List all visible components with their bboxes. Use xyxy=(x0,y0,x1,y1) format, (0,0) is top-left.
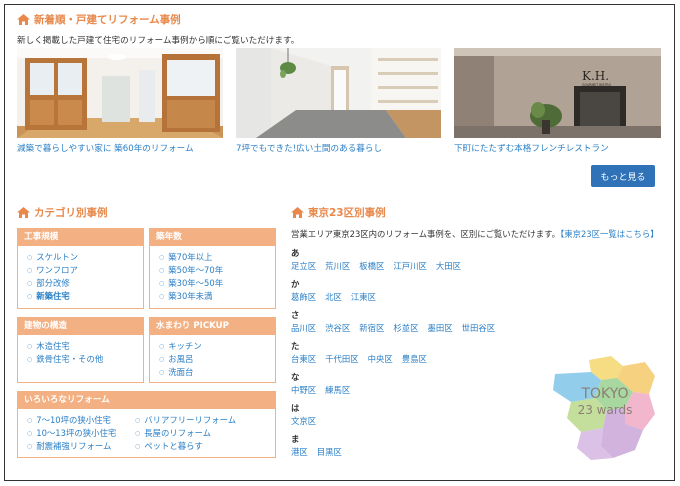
ward-link[interactable]: 杉並区 xyxy=(393,323,418,333)
list-item[interactable]: 7〜10坪の狭小住宅 xyxy=(27,414,120,427)
list-item[interactable]: 築70年以上 xyxy=(159,251,275,264)
ward-link[interactable]: 足立区 xyxy=(291,261,316,271)
card-various-reform: いろいろなリフォーム 7〜10坪の狭小住宅 10〜13坪の狭小住宅 耐震補強リフ… xyxy=(17,391,276,458)
restaurant-sign-sub: GOURMET BISTRO xyxy=(582,83,612,87)
ward-link[interactable]: 板橋区 xyxy=(359,261,384,271)
new-section-lead: 新しく掲載した戸建て住宅のリフォーム事例から順にご覧いただけます。 xyxy=(17,36,300,46)
house-icon xyxy=(17,207,30,218)
ward-row: 文京区 xyxy=(291,415,325,427)
ward-link[interactable]: 中野区 xyxy=(291,385,316,395)
card-header: 建物の構造 xyxy=(18,318,143,335)
map-label-tokyo: TOKYO xyxy=(580,386,628,402)
ward-section-title-text: 東京23区別事例 xyxy=(308,207,386,219)
ward-link[interactable]: 北区 xyxy=(325,292,342,302)
ward-link[interactable]: 大田区 xyxy=(436,261,461,271)
tokyo-ward-map[interactable]: TOKYO 23 wards xyxy=(551,354,659,462)
kana-label: は xyxy=(291,403,300,413)
ward-link[interactable]: 墨田区 xyxy=(428,323,453,333)
case-caption-2[interactable]: 7坪でもできた!広い土間のある暮らし xyxy=(236,142,382,154)
card-building-structure: 建物の構造 木造住宅 鉄骨住宅・その他 xyxy=(17,317,144,383)
ward-link[interactable]: 品川区 xyxy=(291,323,316,333)
ward-link[interactable]: 江戸川区 xyxy=(393,261,427,271)
case-caption-1[interactable]: 減築で暮らしやすい家に 築60年のリフォーム xyxy=(17,142,194,154)
list-item[interactable]: 鉄骨住宅・その他 xyxy=(27,353,143,366)
ward-section-title: 東京23区別事例 xyxy=(291,205,386,220)
list-item[interactable]: 10〜13坪の狭小住宅 xyxy=(27,427,120,440)
card-header: 工事規模 xyxy=(18,229,143,246)
list-item[interactable]: キッチン xyxy=(159,340,275,353)
house-icon xyxy=(291,207,304,218)
card-construction-scale: 工事規模 スケルトン ワンフロア 部分改修 新築住宅 xyxy=(17,228,144,309)
list-item[interactable]: 木造住宅 xyxy=(27,340,143,353)
ward-link[interactable]: 港区 xyxy=(291,447,308,457)
ward-link[interactable]: 千代田区 xyxy=(325,354,359,364)
ward-link[interactable]: 江東区 xyxy=(351,292,376,302)
ward-row: 品川区 渋谷区 新宿区 杉並区 墨田区 世田谷区 xyxy=(291,322,504,334)
case-photo-1[interactable] xyxy=(17,48,223,138)
list-item[interactable]: 築50年〜70年 xyxy=(159,264,275,277)
ward-link[interactable]: 目黒区 xyxy=(317,447,342,457)
kana-label: か xyxy=(291,279,300,289)
ward-row: 葛飾区 北区 江東区 xyxy=(291,291,385,303)
ward-row: 港区 目黒区 xyxy=(291,446,351,458)
card-header: 築年数 xyxy=(150,229,275,246)
list-item[interactable]: 長屋のリフォーム xyxy=(135,427,236,440)
case-caption-3[interactable]: 下町にたたずむ本格フレンチレストラン xyxy=(454,142,609,154)
ward-row: 足立区 荒川区 板橋区 江戸川区 大田区 xyxy=(291,260,470,272)
category-section-title-text: カテゴリ別事例 xyxy=(34,207,108,219)
case-photo-2[interactable] xyxy=(236,48,441,138)
kana-label: な xyxy=(291,372,300,382)
list-item[interactable]: 築30年未満 xyxy=(159,290,275,303)
ward-link[interactable]: 練馬区 xyxy=(325,385,350,395)
ward-section-lead: 営業エリア東京23区内のリフォーム事例を、区別にご覧いただけます。【東京23区一… xyxy=(291,228,659,240)
ward-lead-text: 営業エリア東京23区内のリフォーム事例を、区別にご覧いただけます。 xyxy=(291,229,561,239)
new-section-title: 新着順・戸建てリフォーム事例 xyxy=(17,12,181,27)
ward-link[interactable]: 世田谷区 xyxy=(462,323,496,333)
kana-label: た xyxy=(291,341,300,351)
kana-label: あ xyxy=(291,248,300,258)
ward-link[interactable]: 新宿区 xyxy=(359,323,384,333)
ward-link[interactable]: 台東区 xyxy=(291,354,316,364)
house-icon xyxy=(17,14,30,25)
kana-label: さ xyxy=(291,310,300,320)
list-item[interactable]: バリアフリーリフォーム xyxy=(135,414,236,427)
card-header: いろいろなリフォーム xyxy=(18,392,275,409)
list-item[interactable]: 洗面台 xyxy=(159,366,275,379)
ward-row: 台東区 千代田区 中央区 豊島区 xyxy=(291,353,436,365)
kana-label: ま xyxy=(291,434,300,444)
card-water-pickup: 水まわり PICKUP キッチン お風呂 洗面台 xyxy=(149,317,276,383)
category-section-title: カテゴリ別事例 xyxy=(17,205,108,220)
list-item[interactable]: スケルトン xyxy=(27,251,143,264)
list-item[interactable]: 新築住宅 xyxy=(27,290,143,303)
ward-list-link[interactable]: 【東京23区一覧はこちら】 xyxy=(560,229,659,239)
list-item[interactable]: 部分改修 xyxy=(27,277,143,290)
restaurant-sign: K.H. xyxy=(582,69,609,83)
case-photo-3[interactable]: K.H. GOURMET BISTRO xyxy=(454,48,661,138)
map-label-wards: 23 wards xyxy=(578,403,633,417)
ward-link[interactable]: 豊島区 xyxy=(402,354,427,364)
list-item[interactable]: 耐震補強リフォーム xyxy=(27,440,120,453)
card-header: 水まわり PICKUP xyxy=(150,318,275,335)
ward-link[interactable]: 渋谷区 xyxy=(325,323,350,333)
ward-link[interactable]: 中央区 xyxy=(368,354,393,364)
card-building-age: 築年数 築70年以上 築50年〜70年 築30年〜50年 築30年未満 xyxy=(149,228,276,309)
list-item[interactable]: お風呂 xyxy=(159,353,275,366)
ward-link[interactable]: 荒川区 xyxy=(325,261,350,271)
list-item[interactable]: ペットと暮らす xyxy=(135,440,236,453)
ward-link[interactable]: 葛飾区 xyxy=(291,292,316,302)
more-button[interactable]: もっと見る xyxy=(591,165,655,187)
list-item[interactable]: ワンフロア xyxy=(27,264,143,277)
ward-link[interactable]: 文京区 xyxy=(291,416,316,426)
new-section-title-text: 新着順・戸建てリフォーム事例 xyxy=(34,14,181,26)
list-item[interactable]: 築30年〜50年 xyxy=(159,277,275,290)
ward-row: 中野区 練馬区 xyxy=(291,384,359,396)
